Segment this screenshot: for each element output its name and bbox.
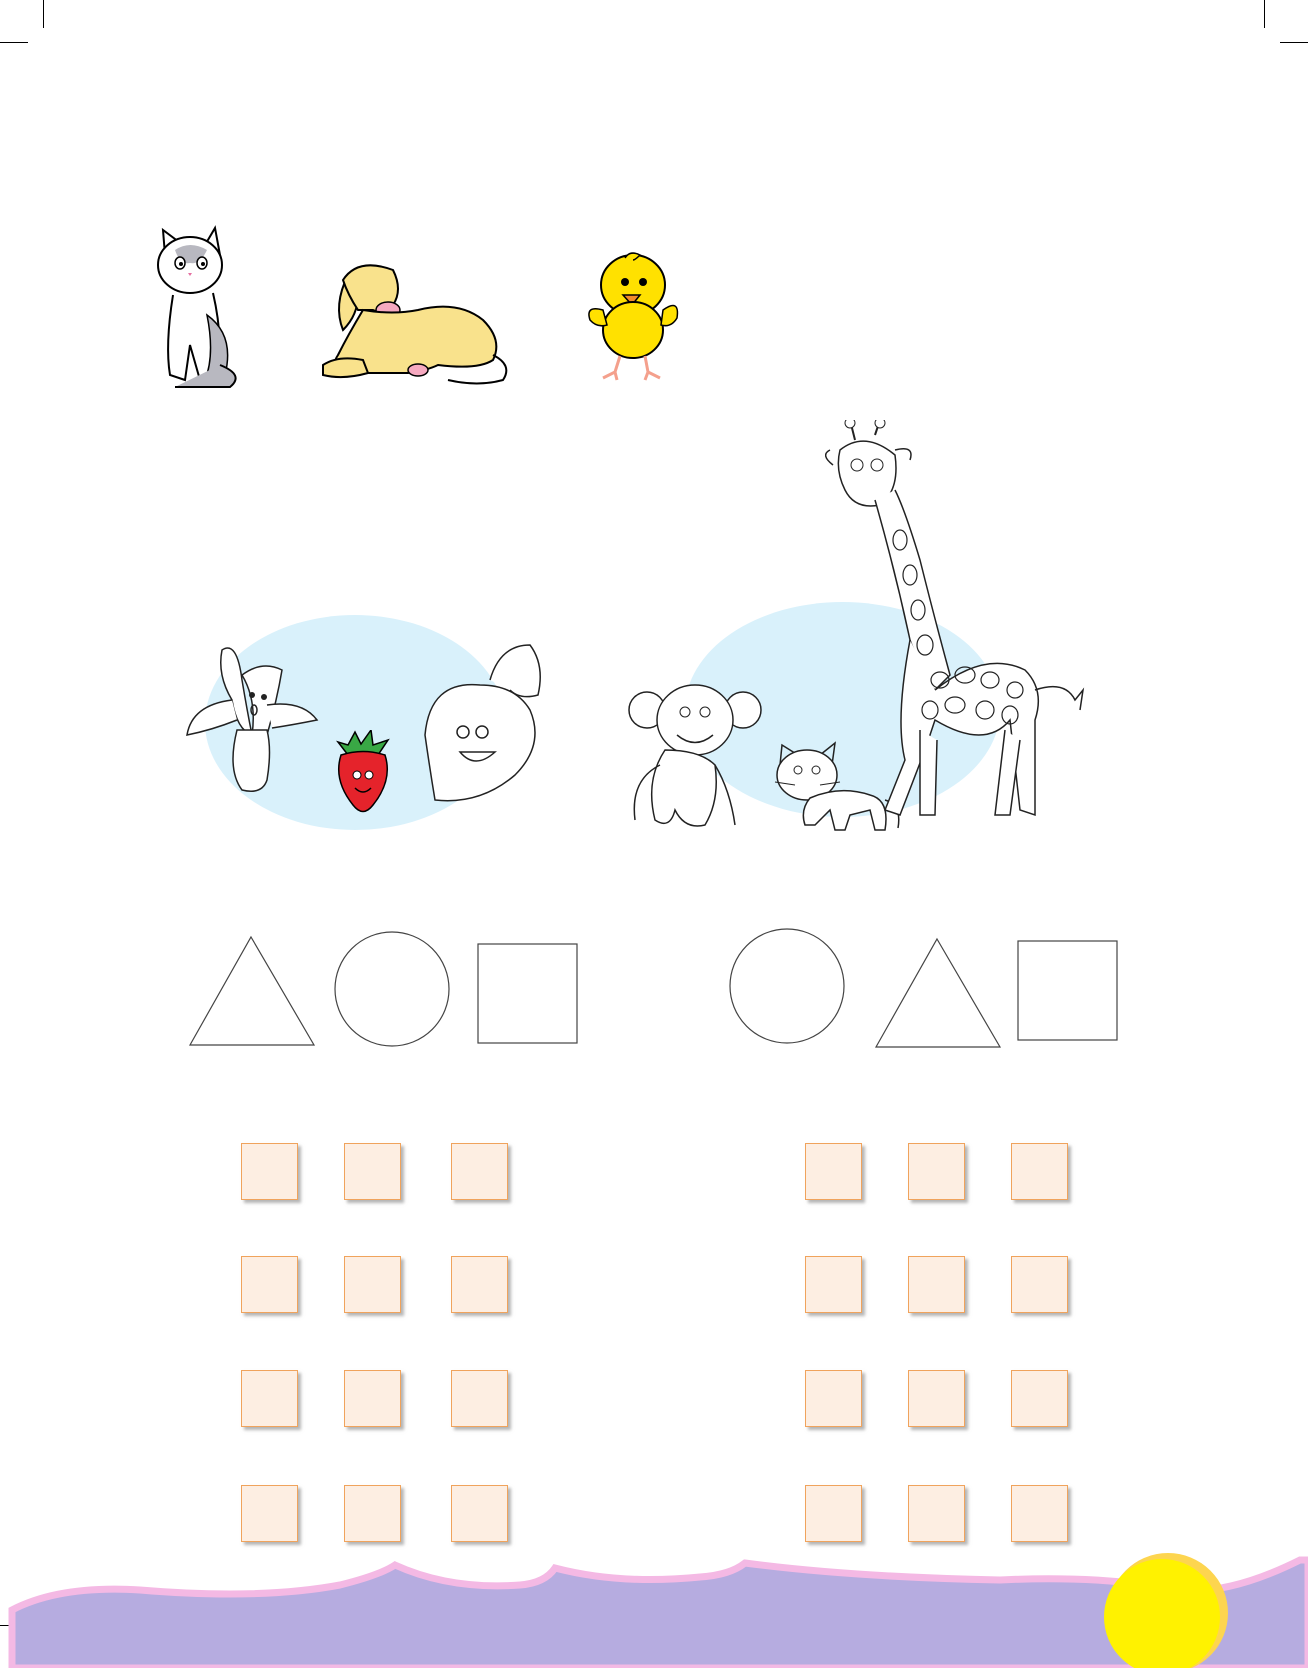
answer-box[interactable] [241, 1370, 298, 1427]
giraffe-icon [825, 420, 1085, 817]
circle-shape [729, 928, 845, 1044]
square-shape [477, 943, 578, 1044]
answer-box[interactable] [805, 1485, 862, 1542]
banana-icon [186, 647, 319, 792]
answer-box[interactable] [451, 1143, 508, 1200]
answer-box[interactable] [344, 1143, 401, 1200]
monkey-icon [628, 684, 762, 827]
crop-mark [1280, 42, 1308, 43]
answer-box[interactable] [805, 1256, 862, 1313]
triangle-shape [874, 937, 1002, 1048]
square-shape [1017, 940, 1118, 1041]
answer-box[interactable] [344, 1485, 401, 1542]
answer-box[interactable] [344, 1256, 401, 1313]
triangle-shape [188, 935, 316, 1046]
answer-box[interactable] [344, 1370, 401, 1427]
answer-box[interactable] [241, 1485, 298, 1542]
circle-shape [334, 931, 450, 1047]
answer-box[interactable] [908, 1485, 965, 1542]
crop-mark [1264, 0, 1265, 28]
answer-box[interactable] [908, 1143, 965, 1200]
mango-icon [424, 644, 541, 802]
crop-mark [43, 0, 44, 28]
answer-box[interactable] [1011, 1143, 1068, 1200]
answer-box[interactable] [1011, 1370, 1068, 1427]
answer-box[interactable] [451, 1256, 508, 1313]
crop-mark [0, 42, 28, 43]
answer-box[interactable] [241, 1143, 298, 1200]
sun-icon [1104, 1553, 1228, 1668]
answer-box[interactable] [1011, 1485, 1068, 1542]
strawberry-icon [335, 730, 390, 813]
answer-box[interactable] [451, 1485, 508, 1542]
dog-icon [322, 264, 508, 385]
chick-icon [588, 252, 679, 381]
answer-box[interactable] [805, 1370, 862, 1427]
answer-box[interactable] [451, 1370, 508, 1427]
answer-box[interactable] [1011, 1256, 1068, 1313]
answer-box[interactable] [908, 1370, 965, 1427]
cat-icon [157, 225, 237, 388]
answer-box[interactable] [908, 1256, 965, 1313]
answer-box[interactable] [805, 1143, 862, 1200]
answer-box[interactable] [241, 1256, 298, 1313]
